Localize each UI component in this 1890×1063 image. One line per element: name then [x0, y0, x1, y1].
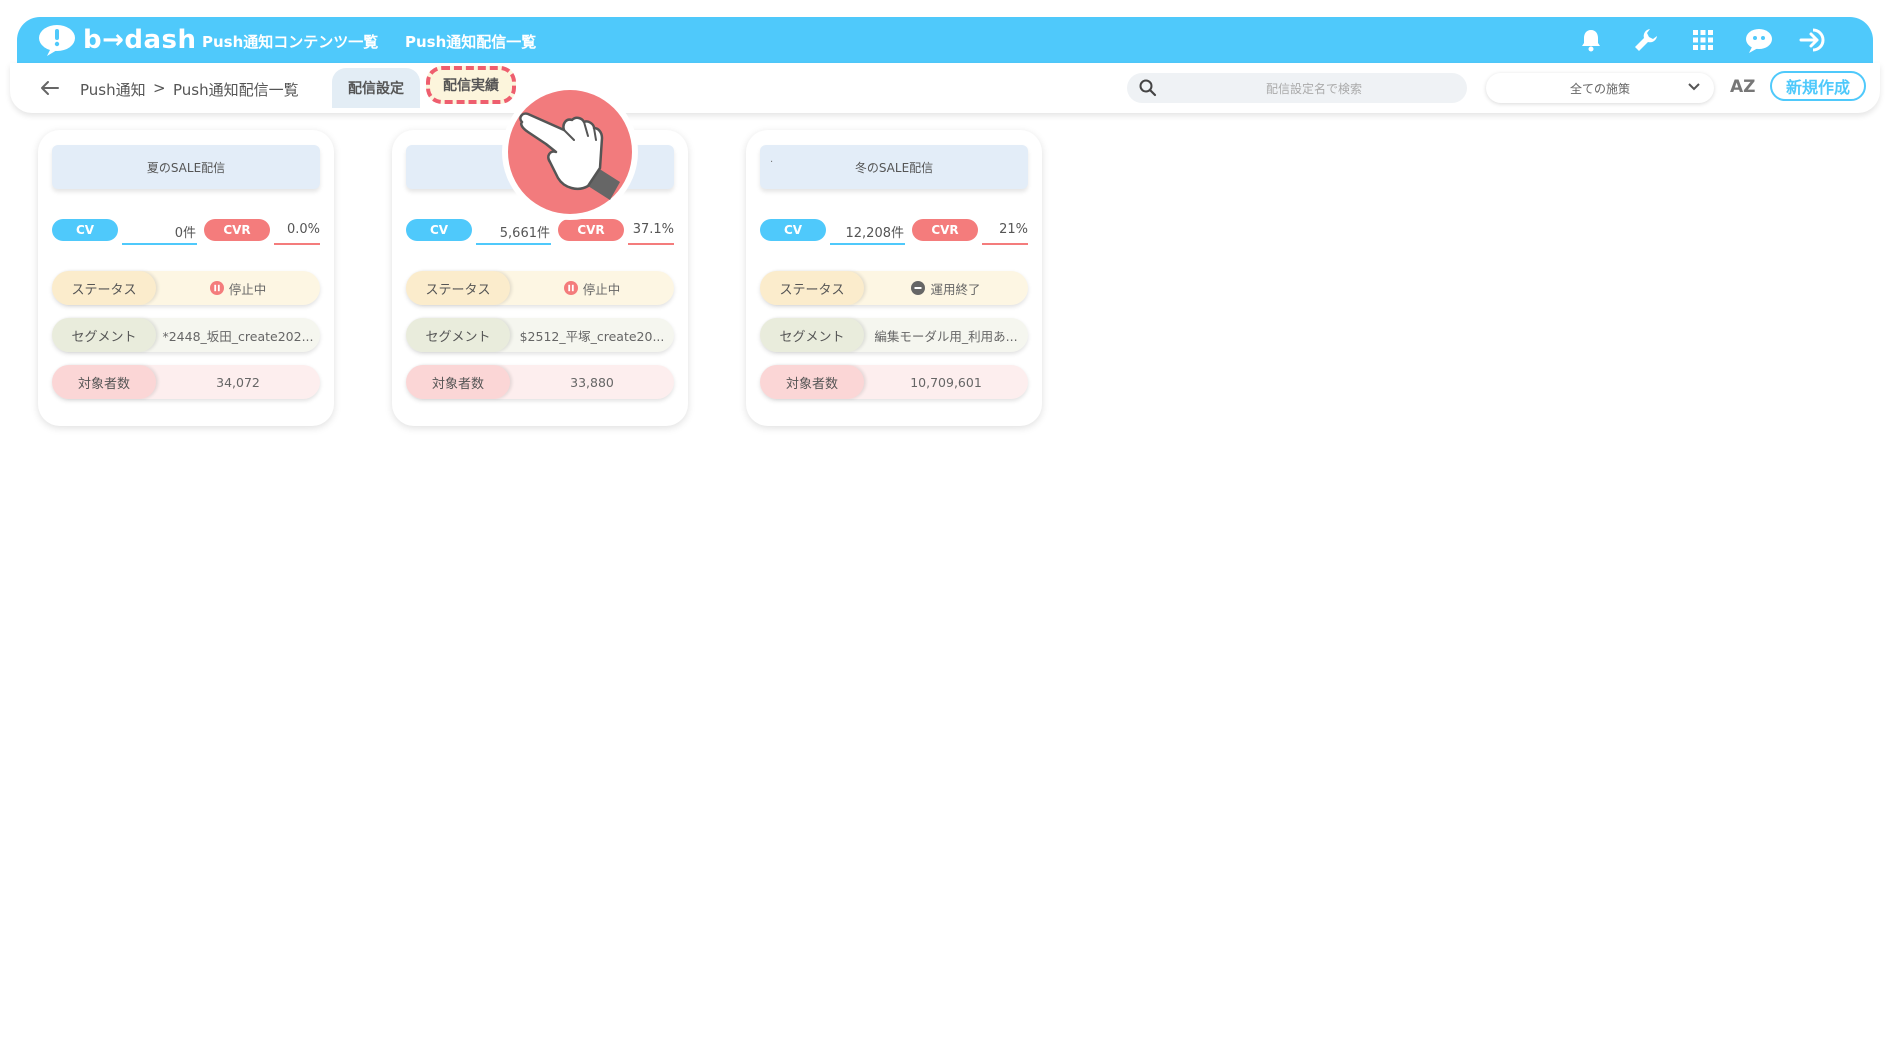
breadcrumb-separator: > [153, 79, 166, 97]
cvr-underline [274, 243, 320, 245]
card-title-prefix: · [770, 157, 774, 168]
logout-icon[interactable] [1799, 25, 1831, 55]
cvr-badge: CVR [912, 219, 978, 241]
status-row: ステータス 停止中 [406, 271, 674, 305]
cv-value: 12,208件 [845, 226, 905, 241]
sort-az-button[interactable]: AZ [1730, 77, 1755, 97]
cv-badge: CV [406, 219, 472, 241]
target-count-value: 34,072 [216, 374, 260, 390]
status-value: 停止中 [510, 271, 674, 305]
logo-balloon-icon [39, 25, 75, 56]
metric-row: CV 5,661件 CVR 37.1% [406, 219, 682, 249]
cvr-value: 37.1% [632, 222, 674, 237]
tab-delivery-settings[interactable]: 配信設定 [332, 68, 420, 108]
status-text: 停止中 [582, 281, 621, 297]
top-navigation-bar: b→dash Push通知コンテンツ一覧 Push通知配信一覧 [17, 17, 1873, 63]
cvr-underline [628, 243, 674, 245]
chat-robot-icon[interactable] [1743, 25, 1775, 55]
segment-value: $2512_平塚_create20... [519, 328, 665, 344]
cv-badge: CV [52, 219, 118, 241]
nav-push-delivery-list[interactable]: Push通知配信一覧 [405, 31, 536, 52]
status-row: ステータス 停止中 [52, 271, 320, 305]
grid-icon[interactable] [1687, 25, 1719, 55]
metric-row: CV 0件 CVR 0.0% [52, 219, 328, 249]
cvr-value: 21% [999, 222, 1028, 237]
pointing-hand-icon [500, 82, 640, 222]
cv-underline [476, 243, 551, 245]
wrench-icon[interactable] [1630, 25, 1662, 55]
segment-row: セグメント *2448_坂田_create202... [52, 318, 320, 352]
card-title: · 冬のSALE配信 [760, 145, 1028, 189]
segment-value: *2448_坂田_create202... [162, 328, 314, 344]
segment-row: セグメント $2512_平塚_create20... [406, 318, 674, 352]
status-text: 停止中 [228, 281, 267, 297]
target-count-label: 対象者数 [52, 365, 156, 399]
cvr-value: 0.0% [286, 222, 320, 237]
cv-value: 0件 [174, 226, 196, 241]
breadcrumb-root[interactable]: Push通知 [80, 79, 146, 100]
new-create-button[interactable]: 新規作成 [1770, 71, 1866, 101]
status-text: 運用終了 [930, 281, 981, 297]
target-count-value: 10,709,601 [910, 374, 982, 390]
cvr-badge: CVR [204, 219, 270, 241]
status-row: ステータス 運用終了 [760, 271, 1028, 305]
cv-value: 5,661件 [499, 226, 550, 241]
status-value: 運用終了 [864, 271, 1028, 305]
cv-underline [122, 243, 197, 245]
cvr-badge: CVR [558, 219, 624, 241]
back-arrow-icon[interactable] [38, 77, 62, 99]
card-title-text: 冬のSALE配信 [854, 160, 934, 175]
logo-text: b→dash [83, 25, 197, 55]
status-value: 停止中 [156, 271, 320, 305]
card-title: 夏のSALE配信 [52, 145, 320, 189]
cv-underline [830, 243, 905, 245]
metric-row: CV 12,208件 CVR 21% [760, 219, 1036, 249]
app-logo[interactable]: b→dash [37, 23, 197, 57]
status-label: ステータス [52, 271, 156, 305]
status-label: ステータス [760, 271, 864, 305]
bell-icon[interactable] [1575, 25, 1607, 55]
target-count-row: 対象者数 34,072 [52, 365, 320, 399]
segment-label: セグメント [52, 318, 156, 352]
target-count-value: 33,880 [570, 374, 614, 390]
segment-label: セグメント [406, 318, 510, 352]
cvr-underline [982, 243, 1028, 245]
minus-circle-icon [911, 281, 926, 295]
search-icon [1139, 79, 1157, 97]
target-count-label: 対象者数 [406, 365, 510, 399]
search-box [1127, 73, 1467, 105]
card-title-text: 夏のSALE配信 [146, 160, 226, 175]
target-count-row: 対象者数 33,880 [406, 365, 674, 399]
breadcrumb-current: Push通知配信一覧 [173, 81, 299, 99]
sub-toolbar: Push通知 > Push通知配信一覧 配信設定 配信実績 全ての施策 AZ 新… [10, 63, 1880, 113]
segment-row: セグメント 編集モーダル用_利用あ... [760, 318, 1028, 352]
target-count-row: 対象者数 10,709,601 [760, 365, 1028, 399]
filter-selected-value: 全ての施策 [1569, 81, 1630, 96]
segment-label: セグメント [760, 318, 864, 352]
segment-value: 編集モーダル用_利用あ... [874, 328, 1018, 344]
delivery-card[interactable]: · 冬のSALE配信 CV 12,208件 CVR 21% ステータス 運用終了… [746, 130, 1042, 426]
status-label: ステータス [406, 271, 510, 305]
search-input[interactable] [1167, 73, 1461, 105]
pause-icon [209, 281, 224, 295]
chevron-down-icon [1688, 83, 1700, 91]
pause-icon [563, 281, 578, 295]
delivery-card[interactable]: 夏のSALE配信 CV 0件 CVR 0.0% ステータス 停止中 セグメント … [38, 130, 334, 426]
campaign-filter-select[interactable]: 全ての施策 [1486, 73, 1714, 103]
cv-badge: CV [760, 219, 826, 241]
target-count-label: 対象者数 [760, 365, 864, 399]
nav-push-content-list[interactable]: Push通知コンテンツ一覧 [202, 31, 378, 52]
